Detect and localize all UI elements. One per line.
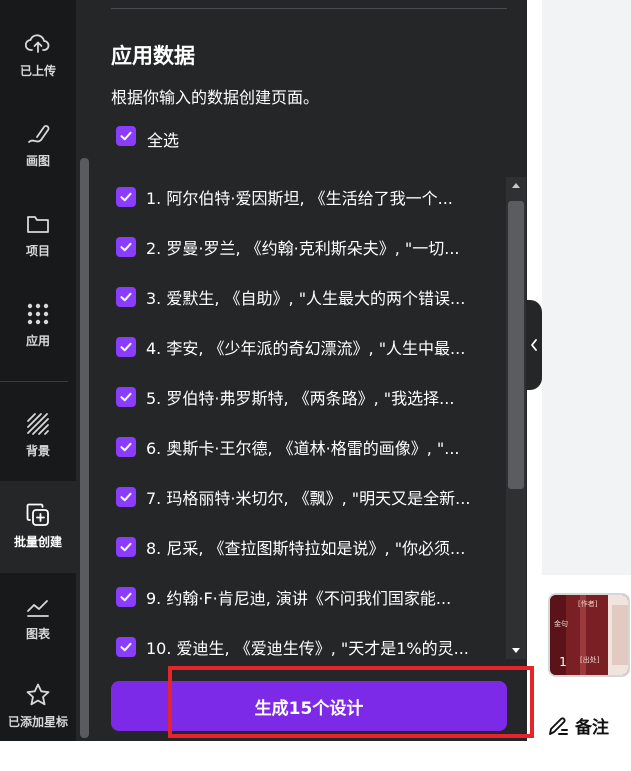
- row-text: 7. 玛格丽特·米切尔, 《飘》, "明天又是全新...: [146, 489, 471, 508]
- sidebar-item-bulk-create[interactable]: 批量创建: [0, 481, 76, 573]
- scroll-down-arrow-icon[interactable]: [506, 643, 526, 659]
- check-icon: [120, 192, 132, 202]
- list-item[interactable]: 9. 约翰·F·肯尼迪, 演讲《不问我们国家能...: [106, 577, 506, 617]
- row-text: 1. 阿尔伯特·爱因斯坦, 《生活给了我一个...: [146, 189, 453, 208]
- list-item[interactable]: 5. 罗伯特·弗罗斯特, 《两条路》, "我选择...: [106, 377, 506, 417]
- sidebar-item-uploads[interactable]: 已上传: [0, 30, 76, 120]
- row-text: 10. 爱迪生, 《爱迪生传》, "天才是1%的灵...: [146, 639, 469, 658]
- page-number: 1: [559, 655, 567, 669]
- sidebar-item-label: 已添加星标: [7, 715, 68, 729]
- row-text: 9. 约翰·F·肯尼迪, 演讲《不问我们国家能...: [146, 589, 452, 608]
- row-checkbox[interactable]: [116, 487, 136, 507]
- list-item[interactable]: 1. 阿尔伯特·爱因斯坦, 《生活给了我一个...: [106, 177, 506, 217]
- list-item[interactable]: 10. 爱迪生, 《爱迪生传》, "天才是1%的灵...: [106, 627, 506, 659]
- row-checkbox[interactable]: [116, 537, 136, 557]
- row-text: 5. 罗伯特·弗罗斯特, 《两条路》, "我选择...: [146, 389, 455, 408]
- generate-designs-button[interactable]: 生成15个设计: [111, 681, 507, 731]
- row-text: 6. 奥斯卡·王尔德, 《道林·格雷的画像》, "...: [146, 439, 460, 458]
- row-checkbox[interactable]: [116, 287, 136, 307]
- row-text: 3. 爱默生, 《自助》, "人生最大的两个错误...: [146, 289, 466, 308]
- row-checkbox[interactable]: [116, 237, 136, 257]
- row-checkbox[interactable]: [116, 337, 136, 357]
- check-icon: [120, 642, 132, 652]
- panel-divider: [111, 8, 507, 9]
- notes-button[interactable]: 备注: [547, 713, 609, 738]
- list-item[interactable]: 7. 玛格丽特·米切尔, 《飘》, "明天又是全新...: [106, 477, 506, 517]
- sidebar-item-projects[interactable]: 项目: [0, 210, 76, 300]
- sidebar-item-label: 画图: [25, 154, 50, 168]
- panel-scrollbar[interactable]: [80, 158, 89, 738]
- list-scrollbar[interactable]: [506, 177, 526, 659]
- row-text: 8. 尼采, 《查拉图斯特拉如是说》, "你必须...: [146, 539, 466, 558]
- row-checkbox[interactable]: [116, 437, 136, 457]
- check-icon: [120, 592, 132, 602]
- check-icon: [120, 442, 132, 452]
- row-text: 4. 李安, 《少年派的奇幻漂流》, "人生中最...: [146, 339, 466, 358]
- rail-divider: [0, 381, 68, 382]
- folder-icon: [24, 210, 52, 238]
- sidebar-item-label: 已上传: [19, 64, 56, 78]
- collapse-panel-handle[interactable]: [526, 300, 542, 390]
- cloud-upload-icon: [24, 30, 52, 58]
- check-icon: [120, 342, 132, 352]
- sidebar-item-label: 应用: [25, 334, 50, 348]
- data-row-list: 1. 阿尔伯特·爱因斯坦, 《生活给了我一个... 2. 罗曼·罗兰, 《约翰·…: [106, 177, 526, 659]
- check-icon: [120, 292, 132, 302]
- sidebar-item-label: 批量创建: [13, 535, 62, 549]
- sidebar-item-label: 背景: [25, 444, 50, 458]
- thumbnail-source-tag: [出处]: [580, 656, 600, 664]
- list-item[interactable]: 8. 尼采, 《查拉图斯特拉如是说》, "你必须...: [106, 527, 506, 567]
- left-rail: 已上传 画图 项目 应用 背景 批量创建 图表 已添加星标: [0, 0, 76, 741]
- row-checkbox[interactable]: [116, 587, 136, 607]
- thumbnail-quote-tag: 金句: [554, 620, 568, 628]
- page-thumbnail[interactable]: [作者] 金句 [出处] 1: [548, 593, 630, 677]
- list-item[interactable]: 4. 李安, 《少年派的奇幻漂流》, "人生中最...: [106, 327, 506, 367]
- sidebar-item-label: 图表: [25, 627, 50, 641]
- bulk-create-icon: [24, 501, 52, 529]
- sidebar-item-starred[interactable]: 已添加星标: [0, 681, 76, 771]
- select-all-checkbox[interactable]: [116, 126, 136, 146]
- sidebar-item-label: 项目: [25, 244, 50, 258]
- list-item[interactable]: 2. 罗曼·罗兰, 《约翰·克利斯朵夫》, "一切...: [106, 227, 506, 267]
- chevron-left-icon: [531, 339, 537, 351]
- check-icon: [120, 131, 132, 141]
- star-icon: [24, 681, 52, 709]
- sidebar-item-draw[interactable]: 画图: [0, 120, 76, 210]
- panel-subtitle: 根据你输入的数据创建页面。: [111, 88, 320, 107]
- sidebar-item-charts[interactable]: 图表: [0, 593, 76, 683]
- list-item[interactable]: 6. 奥斯卡·王尔德, 《道林·格雷的画像》, "...: [106, 427, 506, 467]
- list-item[interactable]: 3. 爱默生, 《自助》, "人生最大的两个错误...: [106, 277, 506, 317]
- row-checkbox[interactable]: [116, 187, 136, 207]
- row-checkbox[interactable]: [116, 387, 136, 407]
- check-icon: [120, 242, 132, 252]
- row-text: 2. 罗曼·罗兰, 《约翰·克利斯朵夫》, "一切...: [146, 239, 460, 258]
- page-title: 应用数据: [111, 44, 195, 68]
- row-checkbox[interactable]: [116, 637, 136, 657]
- scroll-up-arrow-icon[interactable]: [506, 177, 526, 193]
- thumbnail-author-tag: [作者]: [578, 600, 598, 608]
- check-icon: [120, 492, 132, 502]
- background-pattern-icon: [24, 410, 52, 438]
- notes-label: 备注: [575, 718, 609, 738]
- chart-icon: [24, 593, 52, 621]
- check-icon: [120, 392, 132, 402]
- scrollbar-thumb[interactable]: [508, 201, 524, 489]
- select-all-label[interactable]: 全选: [147, 127, 179, 151]
- canvas-area: [542, 0, 631, 575]
- apps-grid-icon: [24, 300, 52, 328]
- check-icon: [120, 542, 132, 552]
- sidebar-item-apps[interactable]: 应用: [0, 300, 76, 390]
- notes-pencil-icon: [549, 717, 568, 735]
- draw-icon: [24, 120, 52, 148]
